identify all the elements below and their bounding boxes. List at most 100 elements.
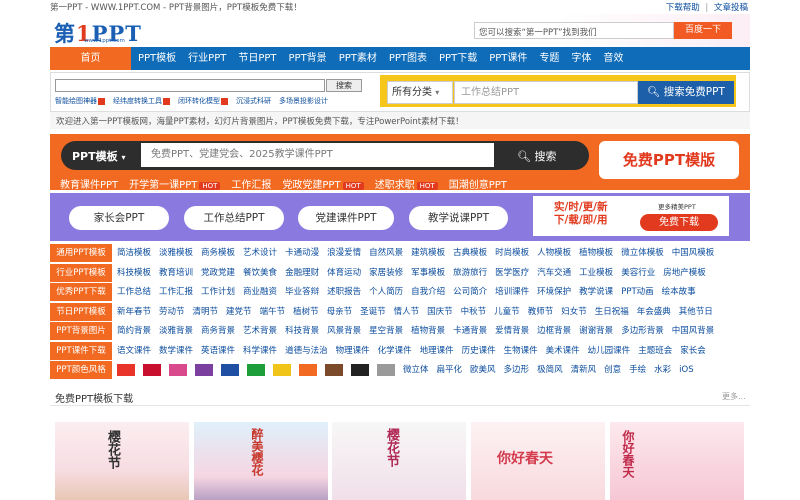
category-link[interactable]: 简洁模板 xyxy=(117,244,151,262)
category-link[interactable]: 历史课件 xyxy=(462,342,496,360)
nav-item[interactable]: 字体 xyxy=(571,47,591,70)
category-link[interactable]: 物理课件 xyxy=(336,342,370,360)
category-link[interactable]: 毕业答辩 xyxy=(285,283,319,301)
category-link[interactable]: 年会盛典 xyxy=(637,303,671,321)
category-link[interactable]: 极简风 xyxy=(537,361,563,379)
color-swatch[interactable] xyxy=(117,364,135,376)
category-link[interactable]: 数学课件 xyxy=(159,342,193,360)
nav-item[interactable]: PPT课件 xyxy=(489,47,527,70)
color-swatch[interactable] xyxy=(299,364,317,376)
banner-link[interactable]: 党政党建PPT HOT xyxy=(282,176,364,191)
nav-item[interactable]: 专题 xyxy=(539,47,559,70)
category-link[interactable]: 家长会 xyxy=(680,342,706,360)
category-link[interactable]: 家居装修 xyxy=(369,264,403,282)
category-link[interactable]: 科学课件 xyxy=(243,342,277,360)
category-link[interactable]: 科技模板 xyxy=(117,264,151,282)
nav-item[interactable]: 行业PPT xyxy=(188,47,226,70)
color-swatch[interactable] xyxy=(221,364,239,376)
category-link[interactable]: 创意 xyxy=(604,361,621,379)
category-link[interactable]: 清新风 xyxy=(571,361,597,379)
category-link[interactable]: 教师节 xyxy=(528,303,554,321)
banner-link[interactable]: 教育课件PPT xyxy=(60,176,118,191)
category-link[interactable]: 商务背景 xyxy=(201,322,235,340)
nav-item[interactable]: PPT图表 xyxy=(389,47,427,70)
pill-party-courseware[interactable]: 党建课件PPT xyxy=(298,206,394,230)
category-head[interactable]: 行业PPT模板 xyxy=(50,263,112,282)
category-link[interactable]: 餐饮美食 xyxy=(243,264,277,282)
category-link[interactable]: 工业模板 xyxy=(579,264,613,282)
category-link[interactable]: 多边形背景 xyxy=(621,322,664,340)
color-swatch[interactable] xyxy=(247,364,265,376)
category-link[interactable]: 手绘 xyxy=(629,361,646,379)
color-swatch[interactable] xyxy=(195,364,213,376)
category-link[interactable]: 培训课件 xyxy=(495,283,529,301)
category-link[interactable]: 浪漫爱情 xyxy=(327,244,361,262)
category-link[interactable]: 母亲节 xyxy=(327,303,353,321)
free-ppt-button[interactable]: 免费PPT模版 xyxy=(599,141,739,179)
category-link[interactable]: 语文课件 xyxy=(117,342,151,360)
category-link[interactable]: 中国风模板 xyxy=(672,244,715,262)
category-link[interactable]: 风景背景 xyxy=(327,322,361,340)
category-head[interactable]: PPT颜色风格 xyxy=(50,361,112,379)
category-link[interactable]: 植树节 xyxy=(293,303,319,321)
category-link[interactable]: 英语课件 xyxy=(201,342,235,360)
category-head[interactable]: PPT背景图片 xyxy=(50,322,112,340)
category-link[interactable]: 植物模板 xyxy=(579,244,613,262)
category-link[interactable]: 中秋节 xyxy=(461,303,487,321)
category-link[interactable]: 卡通动漫 xyxy=(285,244,319,262)
category-link[interactable]: 主题班会 xyxy=(638,342,672,360)
category-select[interactable]: 所有分类 ▾ xyxy=(387,81,453,104)
banner-search-input[interactable]: 免费PPT、党建党会、2025教学课件PPT xyxy=(141,143,494,167)
category-link[interactable]: 教育培训 xyxy=(159,264,193,282)
main-search-button[interactable]: 🔍︎ 搜索免费PPT xyxy=(638,81,734,104)
category-link[interactable]: 边框背景 xyxy=(537,322,571,340)
nav-home[interactable]: 首页 xyxy=(50,47,131,70)
category-link[interactable]: 人物模板 xyxy=(537,244,571,262)
category-link[interactable]: 星空背景 xyxy=(369,322,403,340)
category-link[interactable]: iOS xyxy=(679,361,693,379)
banner-category-select[interactable]: PPT模板 ▾ xyxy=(72,148,126,164)
category-link[interactable]: 建筑模板 xyxy=(411,244,445,262)
category-link[interactable]: 欧美风 xyxy=(470,361,496,379)
pill-parents-meeting[interactable]: 家长会PPT xyxy=(69,206,169,230)
download-help-link[interactable]: 下载帮助 xyxy=(666,3,700,13)
category-link[interactable]: 淡雅模板 xyxy=(159,244,193,262)
category-link[interactable]: 清明节 xyxy=(193,303,219,321)
category-link[interactable]: 植物背景 xyxy=(411,322,445,340)
category-link[interactable]: 谢谢背景 xyxy=(579,322,613,340)
category-link[interactable]: 生物课件 xyxy=(504,342,538,360)
nav-item[interactable]: PPT模板 xyxy=(138,47,176,70)
main-search-input[interactable]: 工作总结PPT xyxy=(454,81,638,104)
category-link[interactable]: 道德与法治 xyxy=(285,342,328,360)
category-link[interactable]: 妇女节 xyxy=(561,303,587,321)
pill-work-summary[interactable]: 工作总结PPT xyxy=(184,206,284,230)
thumb-2[interactable]: 醉美樱花 xyxy=(194,422,328,500)
category-link[interactable]: 旅游旅行 xyxy=(453,264,487,282)
color-swatch[interactable] xyxy=(169,364,187,376)
pill-teaching[interactable]: 教学说课PPT xyxy=(409,206,508,230)
banner-search-button[interactable]: 🔍︎ 搜索 xyxy=(517,148,556,164)
color-swatch[interactable] xyxy=(377,364,395,376)
category-link[interactable]: 自然风景 xyxy=(369,244,403,262)
thumb-1[interactable]: 樱花节 xyxy=(55,422,189,500)
category-link[interactable]: 商务模板 xyxy=(201,244,235,262)
category-link[interactable]: 微立体模板 xyxy=(621,244,664,262)
category-link[interactable]: 工作总结 xyxy=(117,283,151,301)
category-head[interactable]: PPT课件下载 xyxy=(50,341,112,360)
thumb-5[interactable]: 你好春天 xyxy=(610,422,744,500)
category-link[interactable]: 商业融资 xyxy=(243,283,277,301)
category-link[interactable]: 艺术设计 xyxy=(243,244,277,262)
category-link[interactable]: 教学说课 xyxy=(579,283,613,301)
category-link[interactable]: 美容行业 xyxy=(621,264,655,282)
category-link[interactable]: 绘本故事 xyxy=(662,283,696,301)
small-search-input[interactable] xyxy=(55,79,325,92)
category-link[interactable]: 幼儿园课件 xyxy=(588,342,631,360)
category-link[interactable]: 艺术背景 xyxy=(243,322,277,340)
category-link[interactable]: 军事模板 xyxy=(411,264,445,282)
baidu-search-input[interactable]: 您可以搜索“第一PPT”找到我们 xyxy=(474,22,674,39)
color-swatch[interactable] xyxy=(273,364,291,376)
hot-word-link[interactable]: 闭环转化模型 xyxy=(178,96,228,106)
category-link[interactable]: 多边形 xyxy=(504,361,530,379)
category-link[interactable]: 时尚模板 xyxy=(495,244,529,262)
color-swatch[interactable] xyxy=(325,364,343,376)
